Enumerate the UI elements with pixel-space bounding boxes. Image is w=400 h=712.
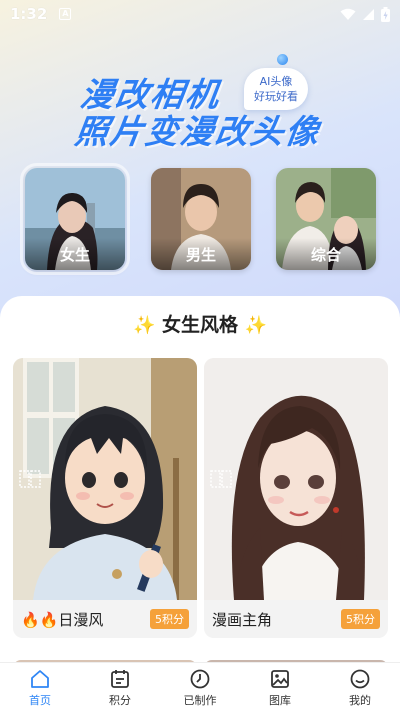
home-icon xyxy=(31,669,49,688)
compare-icon xyxy=(19,470,41,488)
ai-avatar-bubble: AI头像 好玩好看 xyxy=(244,68,308,110)
nav-label: 图库 xyxy=(269,693,291,707)
signal-icon xyxy=(363,8,374,20)
clock-icon xyxy=(190,669,210,688)
category-label: 女生 xyxy=(25,238,125,270)
category-label: 综合 xyxy=(276,238,376,270)
calendar-icon xyxy=(111,669,129,688)
style-panel: ✨ 女生风格 ✨ 🔥🔥日漫风 5积分 漫画主角 5积分 xyxy=(0,296,400,670)
style-name: 漫画主角 xyxy=(212,610,273,629)
smile-icon xyxy=(350,669,370,688)
category-card-male[interactable]: 男生 xyxy=(151,168,251,270)
bottom-nav: 首页 积分 已制作 图库 我的 xyxy=(0,662,400,712)
nav-label: 已制作 xyxy=(183,693,217,707)
nav-gallery[interactable]: 图库 xyxy=(240,663,320,712)
points-badge: 5积分 xyxy=(341,609,380,629)
category-label: 男生 xyxy=(151,238,251,270)
image-icon xyxy=(271,669,289,688)
status-indicators xyxy=(340,6,390,22)
nav-made[interactable]: 已制作 xyxy=(160,663,240,712)
section-title: ✨ 女生风格 ✨ xyxy=(0,310,400,337)
category-card-female[interactable]: 女生 xyxy=(20,163,130,275)
category-card-mixed[interactable]: 综合 xyxy=(276,168,376,270)
style-card-footer: 🔥🔥日漫风 5积分 xyxy=(13,600,197,638)
nav-home[interactable]: 首页 xyxy=(0,663,80,712)
sparkle-icon: ✨ xyxy=(244,315,268,336)
nav-profile[interactable]: 我的 xyxy=(320,663,400,712)
style-card-japanese-anime[interactable]: 🔥🔥日漫风 5积分 xyxy=(13,358,197,638)
wifi-icon xyxy=(340,8,356,20)
bubble-line2: 好玩好看 xyxy=(254,90,298,103)
status-time: 1:32 xyxy=(10,5,48,23)
bubble-dot xyxy=(277,54,288,65)
status-bar: 1:32 A xyxy=(0,0,400,28)
section-title-text: 女生风格 xyxy=(161,314,238,336)
style-card-comic-protagonist[interactable]: 漫画主角 5积分 xyxy=(204,358,388,638)
points-badge: 5积分 xyxy=(150,609,189,629)
compare-icon xyxy=(210,470,232,488)
hero-title-line2: 照片变漫改头像 xyxy=(72,112,324,151)
nav-label: 我的 xyxy=(349,693,371,707)
bubble-line1: AI头像 xyxy=(259,75,293,88)
style-card-footer: 漫画主角 5积分 xyxy=(204,600,388,638)
nav-points[interactable]: 积分 xyxy=(80,663,160,712)
style-name: 🔥🔥日漫风 xyxy=(21,610,104,629)
sparkle-icon: ✨ xyxy=(132,315,156,336)
notification-app-icon: A xyxy=(59,8,72,20)
nav-label: 积分 xyxy=(109,693,131,707)
nav-label: 首页 xyxy=(29,693,51,707)
battery-icon xyxy=(381,6,390,22)
